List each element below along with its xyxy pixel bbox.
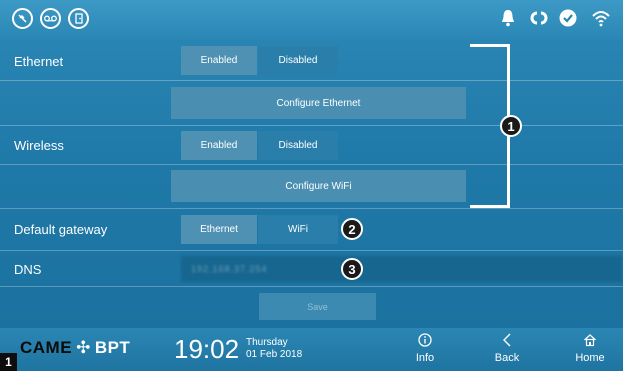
wifi-icon (591, 9, 611, 31)
clock-date: Thursday 01 Feb 2018 (246, 337, 302, 361)
ethernet-label: Ethernet (14, 54, 64, 69)
clock-time: 19:02 (174, 334, 240, 364)
home-icon (565, 333, 615, 350)
brand-logo: CAME ✣ BPT (20, 338, 130, 358)
status-bar (0, 0, 623, 40)
gateway-ethernet-button[interactable]: Ethernet (181, 215, 257, 244)
mute-icon[interactable] (12, 8, 33, 29)
ethernet-disabled-button[interactable]: Disabled (258, 46, 338, 75)
info-label: Info (415, 352, 435, 364)
callout-marker: 3 (341, 258, 363, 280)
info-button[interactable]: Info (400, 333, 450, 364)
divider (0, 208, 623, 209)
check-icon (559, 9, 577, 31)
ethernet-enabled-button[interactable]: Enabled (181, 46, 257, 75)
default-gateway-label: Default gateway (14, 222, 108, 237)
weekday: Thursday (246, 337, 288, 348)
divider (0, 80, 623, 81)
back-label: Back (494, 352, 520, 364)
door-open-icon[interactable] (68, 8, 89, 29)
back-icon (482, 333, 532, 350)
configure-wifi-button[interactable]: Configure WiFi (171, 170, 466, 202)
dns-input[interactable]: 192.168.37.254 (181, 256, 622, 282)
info-icon (400, 333, 450, 350)
divider (0, 250, 623, 251)
wireless-enabled-button[interactable]: Enabled (181, 131, 257, 160)
divider (0, 125, 623, 126)
brand-came: CAME (20, 338, 73, 357)
bottom-bar: CAME ✣ BPT 19:02 Thursday 01 Feb 2018 Info… (0, 328, 623, 371)
date: 01 Feb 2018 (246, 349, 303, 360)
dns-label: DNS (14, 262, 42, 277)
save-button[interactable]: Save (259, 293, 376, 320)
home-button[interactable]: Home (565, 333, 615, 364)
callout-marker: 2 (341, 218, 363, 240)
divider (0, 286, 623, 287)
bell-icon (501, 9, 515, 31)
callout-marker: 1 (500, 115, 522, 137)
wireless-label: Wireless (14, 138, 64, 153)
home-label: Home (575, 352, 605, 364)
answering-machine-icon[interactable] (40, 8, 61, 29)
figure-number-badge: 1 (0, 353, 17, 371)
device-screen: Ethernet Enabled Disabled Configure Ethe… (0, 0, 623, 371)
brand-bpt: BPT (94, 338, 131, 357)
wireless-disabled-button[interactable]: Disabled (258, 131, 338, 160)
back-button[interactable]: Back (482, 333, 532, 364)
configure-ethernet-button[interactable]: Configure Ethernet (171, 87, 466, 119)
link-icon (529, 9, 549, 31)
gateway-wifi-button[interactable]: WiFi (258, 215, 338, 244)
brand-cross-icon: ✣ (76, 338, 91, 357)
divider (0, 164, 623, 165)
